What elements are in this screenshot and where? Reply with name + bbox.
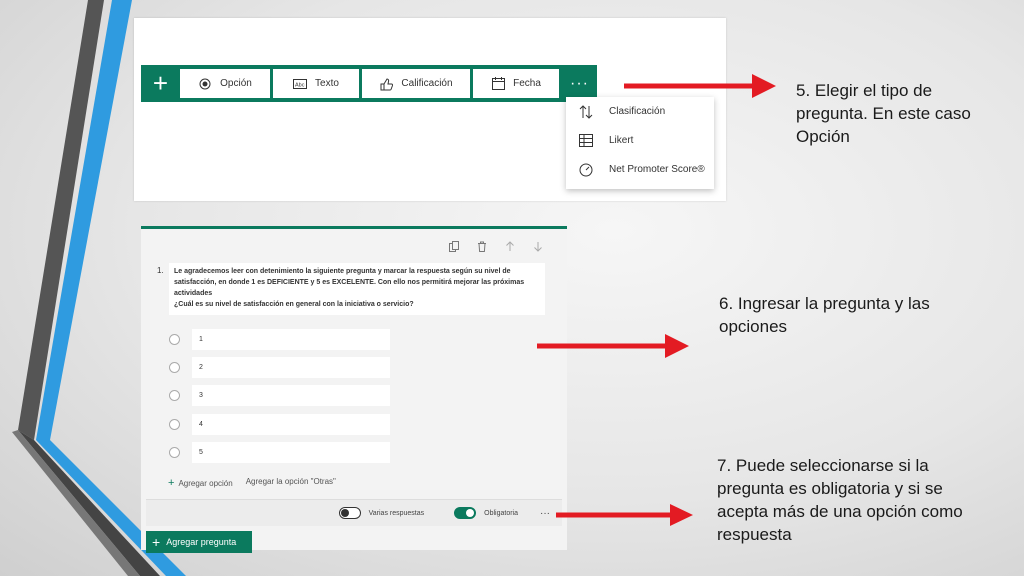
menu-item-ranking[interactable]: Clasificación xyxy=(566,97,714,126)
option-radio[interactable] xyxy=(169,419,180,430)
add-option-links: + Agregar opción Agregar la opción "Otras… xyxy=(168,477,336,489)
more-options-button[interactable]: ··· xyxy=(540,508,550,519)
option-row: 1 xyxy=(169,329,390,350)
option-input[interactable]: 3 xyxy=(192,385,390,406)
plus-icon: + xyxy=(152,68,169,98)
menu-item-label: Clasificación xyxy=(609,106,666,117)
arrow-step6 xyxy=(537,334,689,358)
option-radio[interactable] xyxy=(169,362,180,373)
svg-text:Abc: Abc xyxy=(295,82,305,88)
question-settings-bar: Varias respuestas Obligatoria ··· xyxy=(146,499,562,526)
option-row: 4 xyxy=(169,414,390,435)
gauge-icon xyxy=(579,163,593,177)
type-date-button[interactable]: Fecha xyxy=(473,69,559,98)
arrow-step7 xyxy=(556,504,693,526)
text-icon: Abc xyxy=(293,77,308,91)
menu-item-nps[interactable]: Net Promoter Score® xyxy=(566,155,714,184)
type-rating-label: Calificación xyxy=(401,78,453,89)
question-text-line: ¿Cuál es su nivel de satisfacción en gen… xyxy=(174,301,414,308)
add-question-button[interactable]: + xyxy=(141,65,180,102)
option-row: 2 xyxy=(169,357,390,378)
option-row: 5 xyxy=(169,442,390,463)
trash-icon[interactable] xyxy=(475,239,489,253)
question-text-line: satisfacción, en donde 1 es DEFICIENTE y… xyxy=(174,279,525,286)
question-number: 1. xyxy=(157,266,164,275)
add-question-label: Agregar pregunta xyxy=(166,537,237,547)
question-text-line: actividades xyxy=(174,290,213,297)
option-input[interactable]: 4 xyxy=(192,414,390,435)
required-toggle[interactable] xyxy=(454,507,477,519)
copy-icon[interactable] xyxy=(447,239,461,253)
move-down-icon[interactable] xyxy=(531,239,545,253)
step-6-text: 6. Ingresar la pregunta y las opciones xyxy=(719,294,930,336)
menu-item-label: Net Promoter Score® xyxy=(609,164,705,175)
step-7-text: 7. Puede seleccionarse si la pregunta es… xyxy=(717,456,963,544)
question-editor-screenshot: 1. Le agradecemos leer con detenimiento … xyxy=(141,226,567,553)
question-actions xyxy=(447,239,545,253)
plus-icon: + xyxy=(168,477,175,489)
option-row: 3 xyxy=(169,385,390,406)
grid-icon xyxy=(579,134,593,148)
add-question-button[interactable]: + Agregar pregunta xyxy=(146,531,252,553)
question-type-toolbar: + Opción Abc Texto Calificación Fecha ··… xyxy=(141,65,597,102)
move-up-icon[interactable] xyxy=(503,239,517,253)
menu-item-label: Likert xyxy=(609,135,634,146)
type-text-label: Texto xyxy=(315,78,339,89)
type-option-button[interactable]: Opción xyxy=(180,69,270,98)
type-rating-button[interactable]: Calificación xyxy=(362,69,470,98)
calendar-icon xyxy=(491,77,505,91)
multiple-answers-label: Varias respuestas xyxy=(368,509,425,517)
more-types-menu: Clasificación Likert Net Promoter Score® xyxy=(566,97,714,189)
type-option-label: Opción xyxy=(220,78,252,89)
question-text-input[interactable]: Le agradecemos leer con detenimiento la … xyxy=(169,263,545,315)
multiple-answers-toggle[interactable] xyxy=(338,507,361,519)
required-label: Obligatoria xyxy=(484,509,518,517)
sort-icon xyxy=(579,104,593,119)
add-other-option-link[interactable]: Agregar la opción "Otras" xyxy=(246,477,336,489)
type-text-button[interactable]: Abc Texto xyxy=(273,69,359,98)
thumb-icon xyxy=(379,77,394,91)
option-radio[interactable] xyxy=(169,390,180,401)
more-types-button[interactable]: ··· xyxy=(562,75,597,93)
step-5-text: 5. Elegir el tipo de pregunta. En este c… xyxy=(796,81,971,146)
add-option-label: Agregar opción xyxy=(178,479,233,488)
option-input[interactable]: 5 xyxy=(192,442,390,463)
add-option-link[interactable]: + Agregar opción xyxy=(168,477,233,489)
menu-item-likert[interactable]: Likert xyxy=(566,126,714,155)
type-date-label: Fecha xyxy=(513,78,541,89)
plus-icon: + xyxy=(152,534,161,550)
option-radio[interactable] xyxy=(169,334,180,345)
option-radio[interactable] xyxy=(169,447,180,458)
radio-icon xyxy=(198,77,212,91)
arrow-step5 xyxy=(624,74,776,98)
option-input[interactable]: 1 xyxy=(192,329,390,350)
question-text-line: Le agradecemos leer con detenimiento la … xyxy=(174,268,511,275)
option-input[interactable]: 2 xyxy=(192,357,390,378)
question-type-screenshot: + Opción Abc Texto Calificación Fecha ··… xyxy=(134,18,726,201)
